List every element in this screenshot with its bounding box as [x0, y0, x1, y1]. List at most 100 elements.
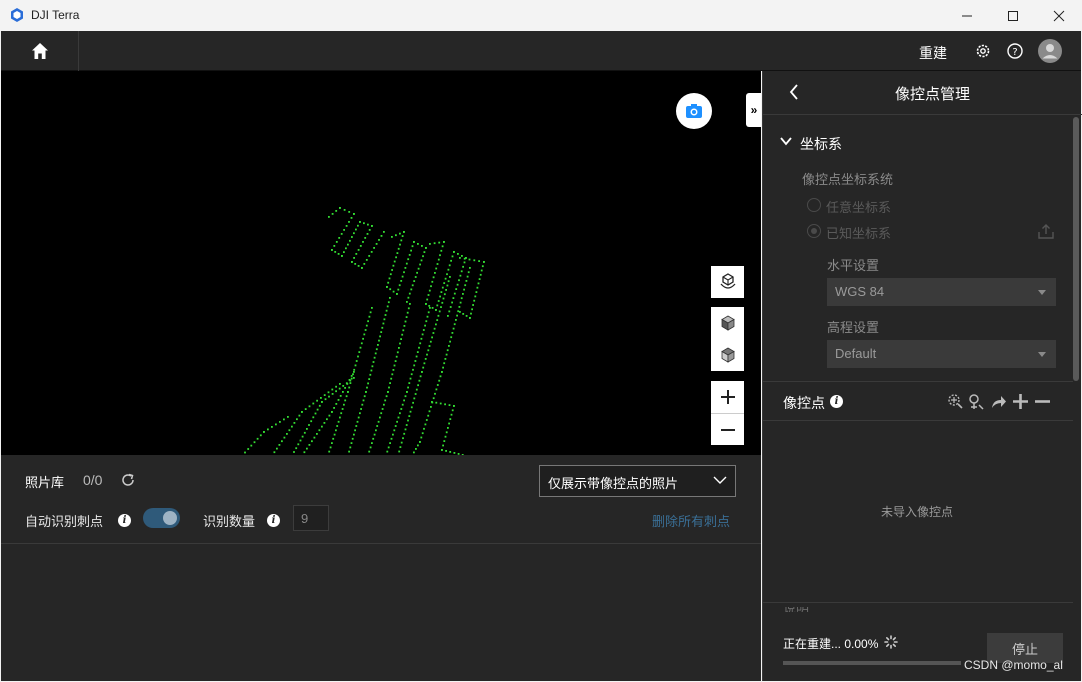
- point-cloud-dot: [310, 420, 313, 423]
- photo-filter-select[interactable]: 仅展示带像控点的照片: [539, 465, 736, 497]
- point-cloud-dot: [350, 442, 353, 444]
- panel-scrollbar[interactable]: [1073, 117, 1079, 381]
- gcp-management-panel: 像控点管理 坐标系 像控点坐标系统 任意坐标系 已知坐标系 水平设置 WGS 8…: [762, 71, 1082, 681]
- vertical-setting-select[interactable]: Default: [827, 340, 1056, 368]
- point-cloud-dot: [417, 444, 419, 447]
- add-icon[interactable]: [1013, 394, 1028, 409]
- point-cloud-dot: [414, 360, 417, 362]
- point-cloud-dot: [450, 413, 453, 416]
- view-reset-button[interactable]: [711, 266, 744, 298]
- point-cloud-dot: [316, 408, 319, 411]
- point-cloud-dot: [381, 408, 384, 410]
- user-avatar-icon[interactable]: [1038, 39, 1062, 63]
- horizontal-setting-value: WGS 84: [835, 284, 885, 299]
- arbitrary-coordinate-radio[interactable]: [807, 198, 821, 212]
- maximize-icon: [1008, 10, 1018, 21]
- point-cloud-dot: [401, 235, 404, 237]
- point-cloud-dot: [450, 259, 452, 262]
- point-cloud-dot: [349, 446, 352, 449]
- point-cloud-dot: [343, 209, 346, 211]
- point-cloud-dot: [386, 286, 388, 288]
- point-cloud-dot: [283, 436, 286, 439]
- point-cloud-dot: [410, 406, 413, 409]
- import-icon[interactable]: [1037, 222, 1055, 240]
- point-cloud-dot: [435, 323, 437, 326]
- point-cloud-dot: [349, 239, 351, 242]
- minus-icon: [720, 428, 735, 431]
- point-cloud-dot: [365, 324, 368, 327]
- horizontal-setting-select[interactable]: WGS 84: [827, 278, 1056, 306]
- chevron-down-icon: [713, 476, 727, 484]
- auto-detect-info-icon[interactable]: i: [118, 514, 131, 527]
- minimize-button[interactable]: [944, 0, 990, 31]
- point-cloud-dot: [350, 375, 353, 377]
- map-viewport[interactable]: »: [1, 71, 761, 455]
- section-chevron-down-icon[interactable]: [780, 137, 792, 146]
- point-cloud-dot: [441, 286, 444, 289]
- settings-gear-icon[interactable]: [974, 42, 992, 60]
- pin-point-icon[interactable]: [968, 393, 985, 410]
- point-cloud-dot: [423, 427, 425, 430]
- point-cloud-dot: [392, 369, 395, 371]
- dji-terra-logo-icon: [11, 8, 23, 22]
- point-cloud-dot: [375, 429, 377, 432]
- point-cloud-dot: [331, 249, 333, 251]
- close-window-button[interactable]: [1036, 0, 1082, 31]
- point-cloud-dot: [420, 259, 423, 262]
- point-cloud-dot: [441, 371, 443, 373]
- known-coordinate-radio[interactable]: [807, 224, 821, 238]
- point-cloud-dot: [437, 314, 440, 317]
- collapse-panel-button[interactable]: »: [746, 93, 761, 127]
- camera-button[interactable]: [676, 93, 712, 129]
- point-cloud-dot: [349, 382, 352, 384]
- side-view-button[interactable]: [711, 339, 744, 371]
- point-cloud-dot: [428, 410, 431, 413]
- point-cloud-dot: [483, 261, 485, 263]
- refresh-icon[interactable]: [121, 473, 135, 487]
- help-icon[interactable]: ?: [1006, 42, 1024, 60]
- detect-count-input[interactable]: 9: [293, 505, 329, 531]
- point-cloud-dot: [351, 236, 353, 238]
- maximize-button[interactable]: [990, 0, 1036, 31]
- point-cloud-dot: [434, 272, 436, 274]
- locate-point-icon[interactable]: [947, 393, 964, 410]
- zoom-in-button[interactable]: [711, 381, 744, 413]
- horizontal-setting-label: 水平设置: [827, 258, 880, 273]
- point-cloud-dot: [351, 261, 353, 263]
- auto-detect-toggle[interactable]: [143, 508, 180, 528]
- top-view-button[interactable]: [711, 307, 744, 339]
- point-cloud-dot: [355, 228, 357, 231]
- delete-all-points-link[interactable]: 删除所有刺点: [652, 511, 730, 530]
- point-cloud-dot: [278, 444, 281, 446]
- arbitrary-coordinate-label: 任意坐标系: [826, 200, 892, 215]
- point-cloud-dot: [331, 388, 334, 391]
- coordinate-section-label[interactable]: 坐标系: [800, 134, 842, 154]
- share-arrow-icon[interactable]: [990, 393, 1007, 410]
- point-cloud-dot: [364, 237, 367, 239]
- point-cloud-dot: [397, 416, 400, 419]
- point-cloud-dot: [373, 247, 375, 249]
- point-cloud-dot: [423, 362, 426, 365]
- point-cloud-dot: [446, 349, 449, 352]
- gcp-info-icon[interactable]: i: [830, 395, 843, 408]
- rebuild-button[interactable]: 重建: [919, 43, 947, 63]
- point-cloud-dot: [335, 390, 337, 393]
- detect-count-info-icon[interactable]: i: [267, 514, 280, 527]
- point-cloud-dot: [335, 210, 338, 212]
- zoom-out-button[interactable]: [711, 413, 744, 445]
- rebuild-progress-bar: [783, 661, 961, 665]
- point-cloud-dot: [455, 319, 457, 321]
- point-cloud-dot: [337, 253, 340, 255]
- home-button[interactable]: [1, 31, 79, 71]
- point-cloud-dot: [396, 351, 399, 354]
- point-cloud-dot: [301, 435, 304, 438]
- point-cloud-dot: [314, 412, 317, 415]
- point-cloud-dot: [384, 399, 387, 402]
- point-cloud-dot: [445, 450, 447, 452]
- point-cloud-dot: [391, 373, 394, 376]
- remove-icon[interactable]: [1035, 394, 1050, 409]
- point-cloud-dot: [471, 308, 473, 311]
- point-cloud-dot: [453, 452, 456, 454]
- point-cloud-dot: [462, 293, 464, 295]
- point-cloud-dot: [349, 379, 352, 382]
